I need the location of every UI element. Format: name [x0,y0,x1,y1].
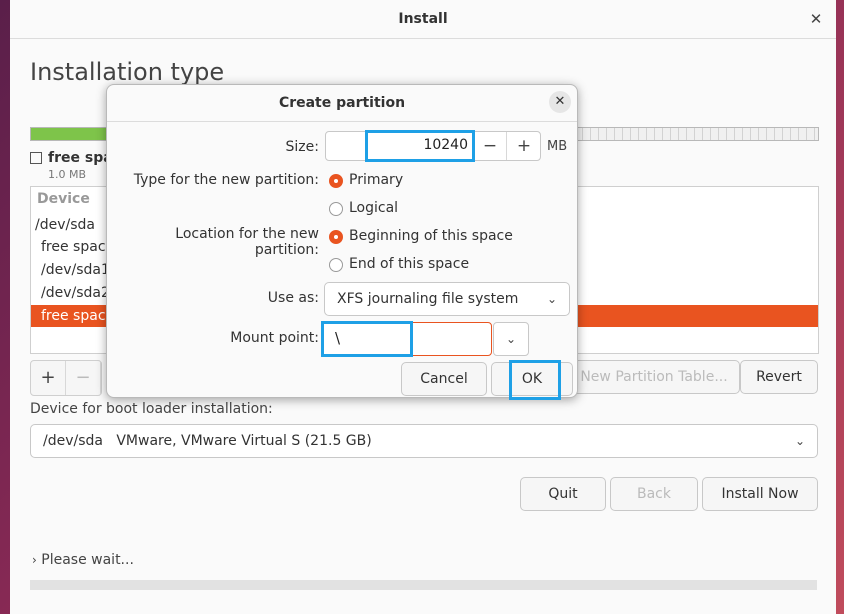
status-label: Please wait... [41,552,134,568]
type-primary-radio[interactable] [329,174,343,188]
location-end-label: End of this space [349,256,470,272]
revert-button[interactable]: Revert [740,360,818,394]
boot-loader-select[interactable]: /dev/sda VMware, VMware Virtual S (21.5 … [30,424,818,458]
type-logical-radio[interactable] [329,202,343,216]
chevron-down-icon: ⌄ [794,434,805,448]
ok-highlight-box [509,360,561,400]
legend-swatch [30,152,42,164]
location-label: Location for the new partition: [175,226,319,258]
chevron-right-icon[interactable]: › [32,553,37,567]
dialog-title: Create partition [278,95,406,111]
location-beginning-label: Beginning of this space [349,228,513,244]
use-as-value: XFS journaling file system [337,291,519,307]
boot-loader-value: /dev/sda VMware, VMware Virtual S (21.5 … [43,425,372,457]
type-label: Type for the new partition: [133,172,319,188]
row-label: free space [41,239,115,255]
add-partition-button[interactable]: + [31,361,66,395]
column-header-device: Device [37,191,90,207]
type-logical-label: Logical [349,200,399,216]
install-now-button[interactable]: Install Now [702,477,818,511]
title-bar: Install ✕ [10,0,836,39]
row-label: /dev/sda2 [41,285,110,301]
use-as-label: Use as: [267,290,319,306]
use-as-select[interactable]: XFS journaling file system ⌄ [324,282,570,316]
mount-point-label: Mount point: [230,330,319,346]
create-partition-dialog: Create partition ✕ Size: 10240 − + MB Ty… [106,84,578,400]
legend-name: free spa [48,150,113,166]
chevron-down-icon: ⌄ [546,292,557,306]
close-icon[interactable]: ✕ [549,91,571,113]
boot-device: /dev/sda [43,433,103,449]
cancel-button[interactable]: Cancel [401,362,487,396]
close-icon[interactable]: ✕ [806,9,826,29]
size-increment-button[interactable]: + [506,132,541,160]
location-end-radio[interactable] [329,258,343,272]
row-label: /dev/sda [35,217,95,233]
boot-loader-label: Device for boot loader installation: [30,401,273,417]
size-highlight-box [365,130,475,162]
new-partition-table-button[interactable]: New Partition Table... [568,360,740,394]
partition-toolbar: + − [30,360,102,396]
type-primary-label: Primary [349,172,404,188]
location-beginning-radio[interactable] [329,230,343,244]
remove-partition-button[interactable]: − [66,361,101,395]
legend-size: 1.0 MB [48,168,87,181]
quit-button[interactable]: Quit [520,477,606,511]
progress-bar [30,580,817,590]
size-decrement-button[interactable]: − [472,132,507,160]
boot-device-description: VMware, VMware Virtual S (21.5 GB) [116,433,372,449]
mount-point-dropdown-button[interactable]: ⌄ [493,322,529,356]
mount-highlight-box [321,321,413,357]
dialog-divider [107,121,577,122]
chevron-down-icon: ⌄ [505,332,517,346]
disk-used-segment [31,128,112,140]
window-title: Install [398,11,448,27]
disk-legend: free spa 1.0 MB [30,150,113,181]
page-title: Installation type [30,58,225,86]
size-label: Size: [285,139,319,155]
status-text: › Please wait... [32,552,134,568]
size-unit: MB [547,139,568,154]
back-button[interactable]: Back [610,477,698,511]
row-label: free space [41,308,115,324]
row-label: /dev/sda1 [41,262,110,278]
